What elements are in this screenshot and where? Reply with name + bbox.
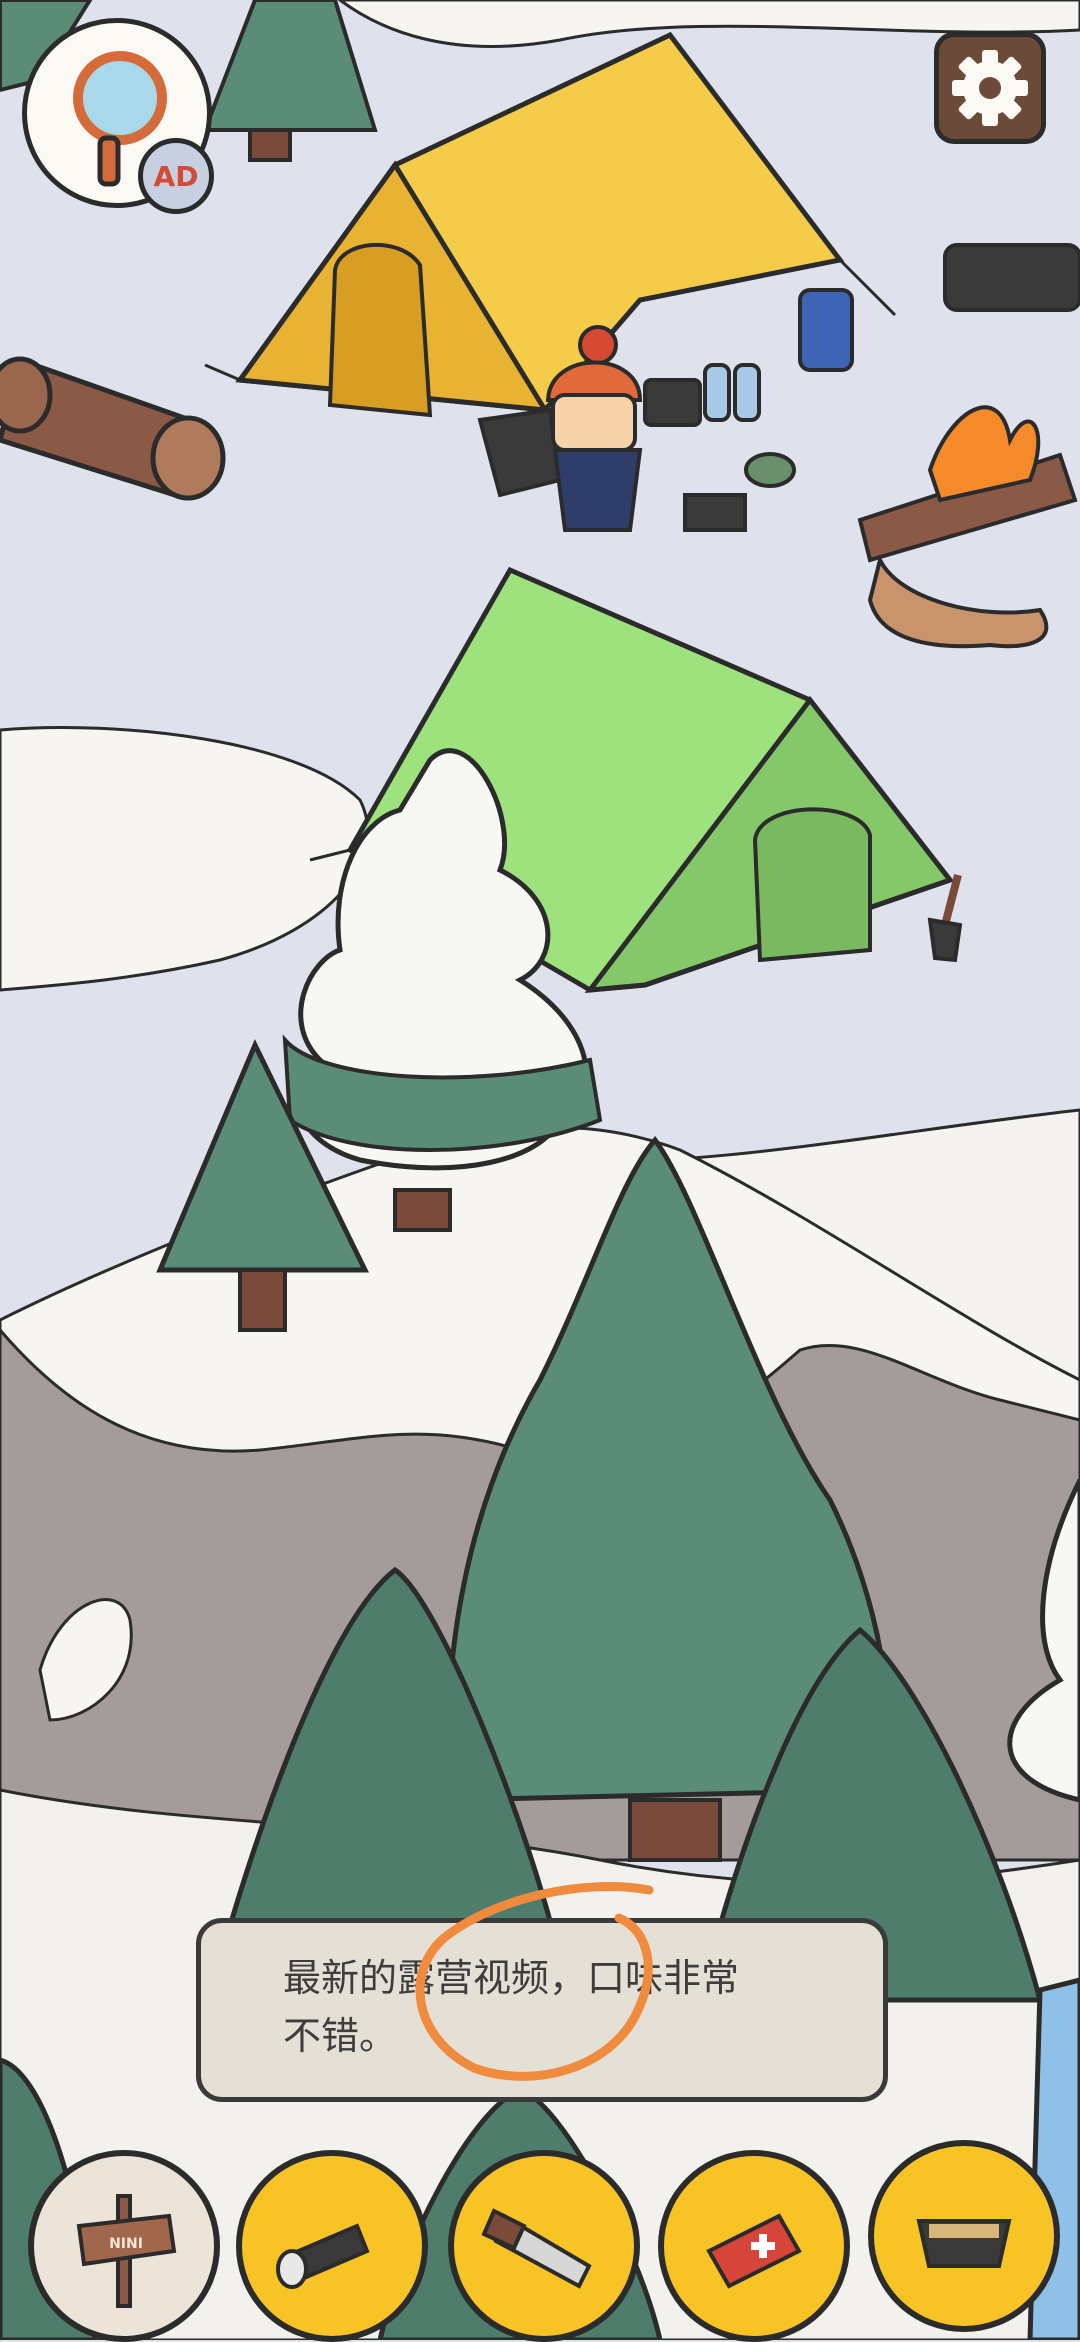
gear-icon xyxy=(952,50,1028,126)
item-slot-signpost[interactable]: NINI xyxy=(28,2150,220,2342)
cooler-box[interactable] xyxy=(943,243,1080,312)
item-slot-first-aid[interactable] xyxy=(658,2150,850,2342)
first-aid-kit-icon xyxy=(706,2213,802,2289)
dialog-box[interactable]: 最新的露营视频，口味非常 不错。 xyxy=(196,1918,888,2102)
item-slot-food-tray[interactable] xyxy=(868,2140,1060,2332)
dialog-line-1: 最新的露营视频，口味非常 xyxy=(283,1956,740,2000)
item-slot-saw[interactable] xyxy=(448,2150,640,2342)
food-tray-icon xyxy=(916,2219,1012,2268)
saw-icon xyxy=(481,2208,592,2289)
item-slot-flashlight[interactable] xyxy=(236,2150,428,2342)
signpost-text: NINI xyxy=(109,2236,143,2252)
settings-button[interactable] xyxy=(934,32,1046,144)
camping-lantern[interactable] xyxy=(798,288,854,372)
item-bar: NINI xyxy=(0,2140,1080,2342)
radio[interactable] xyxy=(643,378,702,427)
flashlight-icon xyxy=(276,2223,370,2289)
ad-badge: AD xyxy=(138,138,214,214)
wooden-signpost-icon: NINI xyxy=(76,2194,177,2308)
dialog-line-2: 不错。 xyxy=(283,2014,398,2058)
